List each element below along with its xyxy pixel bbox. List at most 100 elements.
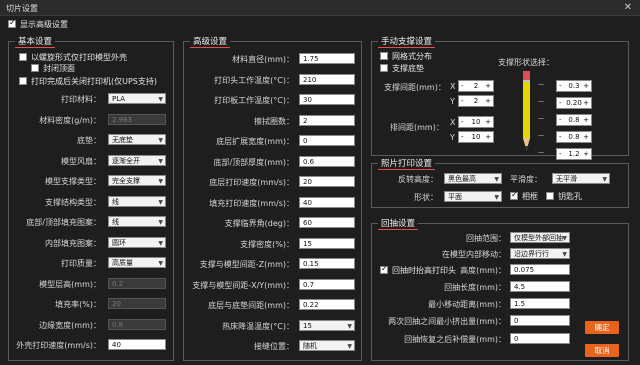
close-top-label: 封闭顶面: [43, 64, 75, 73]
adv-row-input-3[interactable]: 2: [299, 114, 355, 126]
adv-row-input-7[interactable]: 40: [299, 196, 355, 208]
shape-size-spinner-1[interactable]: -0.20 +: [556, 97, 592, 109]
photo-print-panel: 照片打印设置 反转高度： 黑色最高▼ 平滑度： 无平滑▼ 形状： 平面▼ 相框 …: [371, 157, 629, 208]
adv-row-input-12[interactable]: 0.22: [299, 299, 355, 310]
smoothness-label: 平滑度：: [510, 175, 542, 184]
smoothness-select[interactable]: 无平滑 ▼: [552, 173, 610, 184]
frame-checkbox[interactable]: [510, 190, 518, 200]
shape-tick-marker: —: [538, 115, 544, 122]
recover-comp-label: 回抽恢复之后补偿量(mm)：: [404, 335, 506, 344]
basic-row-select-2[interactable]: 无底垫 ▼: [108, 134, 166, 145]
keyhole-checkbox[interactable]: [546, 192, 554, 200]
basic-row-select-7[interactable]: 圆环 ▼: [108, 236, 166, 248]
adv-row-select-13[interactable]: 15 ▼: [299, 319, 355, 331]
basic-row-label-7: 内部填充图案：: [45, 238, 101, 248]
min-move-input[interactable]: 1.5: [510, 298, 570, 309]
support-spacing-x-spinner[interactable]: -2 +: [458, 80, 494, 92]
basic-row-select-0[interactable]: PLA ▼: [108, 93, 166, 104]
adv-row-label-0: 材料直径(mm)：: [232, 55, 294, 64]
adv-row-input-6[interactable]: 20: [299, 176, 355, 187]
inner-move-label: 在模型内部移动：: [442, 250, 506, 259]
retract-length-input[interactable]: 4.5: [510, 281, 570, 292]
shape-tick-marker: —: [538, 81, 544, 88]
shape-tick-marker: —: [538, 98, 544, 105]
adv-row-label-2: 打印板工作温度(°C)：: [214, 96, 294, 105]
retract-range-label: 回抽范围：: [466, 234, 506, 243]
basic-row-label-4: 模型支撑类型：: [45, 177, 101, 186]
support-raft-checkbox[interactable]: [380, 64, 388, 72]
shutdown-after-print-checkbox[interactable]: [19, 77, 27, 85]
row-spacing-y-spinner[interactable]: -10 +: [458, 131, 494, 143]
basic-row-label-10: 填充率(%)：: [55, 300, 101, 309]
adv-row-input-8[interactable]: 60: [299, 217, 355, 228]
adv-row-input-5[interactable]: 0.6: [299, 155, 355, 167]
adv-row-label-1: 打印头工作温度(°C)：: [214, 75, 294, 85]
basic-row-select-4[interactable]: 完全支撑 ▼: [108, 175, 166, 186]
keyhole-label: 钥匙孔: [558, 192, 582, 201]
adv-row-input-4[interactable]: 0: [299, 135, 355, 146]
shape-size-spinner-0[interactable]: -0.3 +: [556, 80, 592, 92]
basic-row-select-8[interactable]: 高质量 ▼: [108, 257, 166, 268]
manual-support-title: 手动支撑设置: [378, 35, 436, 48]
adv-row-select-14[interactable]: 随机 ▼: [299, 340, 355, 351]
chevron-down-icon: ▼: [158, 219, 163, 226]
adv-row-label-9: 支撑密度(%)：: [240, 239, 294, 249]
frame-label: 相框: [522, 192, 538, 201]
shape-select[interactable]: 平面 ▼: [444, 191, 502, 202]
basic-row-select-3[interactable]: 逐渐全开 ▼: [108, 154, 166, 166]
cancel-button[interactable]: 取消: [585, 344, 619, 357]
adv-row-input-10[interactable]: 0.15: [299, 258, 355, 269]
support-spacing-x-label: X: [450, 82, 456, 91]
adv-row-label-10: 支撑与模型间距-Z(mm)：: [199, 260, 294, 269]
basic-row-select-6[interactable]: 线 ▼: [108, 216, 166, 227]
adv-row-label-11: 支撑与模型间距-X/Y(mm)：: [192, 280, 294, 290]
grid-distribution-checkbox[interactable]: [380, 52, 388, 60]
retract-range-select[interactable]: 仅模型外部回抽 ▼: [510, 232, 570, 243]
basic-row-label-12: 外壳打印速度(mm/s)：: [16, 341, 101, 350]
support-shape-label: 支撑形状选择：: [498, 58, 554, 67]
shape-size-spinner-4[interactable]: -1.2 +: [556, 148, 592, 160]
adv-row-input-2[interactable]: 30: [299, 94, 355, 105]
basic-settings-panel: 基本设置 以螺旋形式仅打印模型外壳 封闭顶面 打印完成后关闭打印机(仅UPS支持…: [8, 35, 174, 361]
basic-row-input-11: 0.8: [108, 318, 166, 330]
advanced-settings-panel: 高级设置 材料直径(mm)： 1.75 打印头工作温度(°C)： 210 打印板工作温度…: [183, 35, 362, 361]
adv-row-input-9[interactable]: 15: [299, 237, 355, 249]
adv-row-label-14: 接缝位置：: [254, 342, 294, 351]
shape-tick-marker: —: [538, 132, 544, 139]
spiral-shell-checkbox[interactable]: [19, 53, 27, 61]
lift-height-label: 高度(mm)：: [460, 266, 506, 275]
min-move-label: 最小移动距离(mm)：: [428, 300, 506, 309]
recover-comp-input[interactable]: 0: [510, 333, 570, 344]
adv-row-input-1[interactable]: 210: [299, 73, 355, 85]
close-top-checkbox[interactable]: [31, 64, 39, 72]
basic-row-input-12[interactable]: 40: [108, 339, 166, 350]
adv-row-input-0[interactable]: 1.75: [299, 53, 355, 64]
adv-row-label-5: 底部/顶部厚度(mm)：: [213, 157, 294, 167]
basic-row-input-1: 2.983: [108, 113, 166, 125]
window-title: 切片设置: [6, 4, 38, 13]
adv-row-input-11[interactable]: 0.7: [299, 278, 355, 290]
show-advanced-label: 显示高级设置: [20, 20, 68, 29]
lift-height-input[interactable]: 0.075: [510, 264, 570, 275]
min-extrusion-input[interactable]: 0: [510, 315, 570, 326]
adv-row-label-3: 擦拭圈数：: [254, 116, 294, 126]
row-spacing-x-spinner[interactable]: -10 +: [458, 116, 494, 128]
shutdown-after-print-label: 打印完成后关闭打印机(仅UPS支持): [31, 77, 157, 86]
chevron-down-icon: ▼: [158, 137, 163, 144]
adv-row-label-4: 底层扩展宽度(mm)：: [216, 137, 294, 146]
ok-button[interactable]: 确定: [585, 321, 619, 334]
support-spacing-y-spinner[interactable]: -2 +: [458, 95, 494, 107]
chevron-down-icon: ▼: [158, 157, 163, 165]
show-advanced-checkbox[interactable]: [8, 18, 16, 28]
retract-title: 回抽设置: [378, 217, 419, 230]
shape-size-spinner-3[interactable]: -0.8 +: [556, 131, 592, 143]
chevron-down-icon: ▼: [347, 322, 352, 330]
close-icon[interactable]: ✕: [624, 2, 632, 13]
basic-row-select-5[interactable]: 线 ▼: [108, 195, 166, 207]
reverse-height-select[interactable]: 黑色最高 ▼: [444, 173, 502, 184]
inner-move-select[interactable]: 沿边界行行 ▼: [510, 248, 570, 259]
shape-size-spinner-2[interactable]: -0.8 +: [556, 114, 592, 126]
lift-head-checkbox[interactable]: [380, 264, 388, 274]
retract-panel: 回抽设置 回抽范围： 仅模型外部回抽▼ 在模型内部移动： 沿边界行行▼ 回抽时抬…: [371, 217, 629, 361]
adv-row-label-12: 底层与底垫间距(mm)：: [208, 301, 294, 310]
